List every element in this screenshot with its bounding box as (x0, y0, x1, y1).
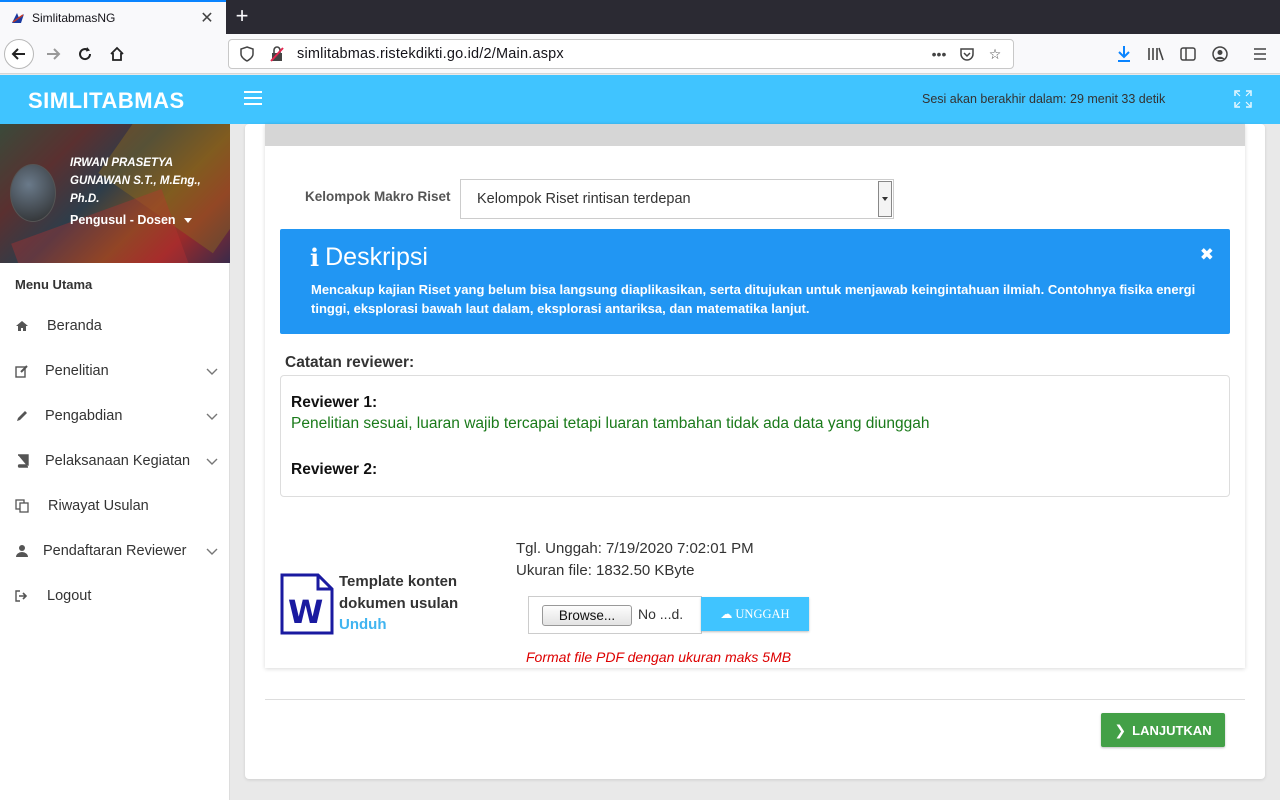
reload-icon[interactable] (70, 39, 100, 69)
site-favicon-icon (12, 13, 24, 23)
library-icon[interactable] (1144, 42, 1168, 66)
home-button-icon[interactable] (102, 39, 132, 69)
chevron-down-icon (206, 368, 218, 375)
url-bar[interactable]: simlitabmas.ristekdikti.go.id/2/Main.asp… (228, 39, 1014, 69)
field-label-kelompok-makro-riset: Kelompok Makro Riset (305, 189, 451, 204)
chevron-right-icon: ❯ (1114, 721, 1127, 738)
file-input[interactable]: Browse... No ...d. (528, 596, 702, 634)
menu-heading: Menu Utama (15, 277, 93, 292)
reviewer-notes-heading: Catatan reviewer: (285, 354, 415, 371)
downloads-icon[interactable] (1112, 42, 1136, 66)
insecure-lock-icon[interactable] (267, 44, 287, 64)
browser-toolbar: simlitabmas.ristekdikti.go.id/2/Main.asp… (0, 34, 1280, 74)
chevron-down-icon (206, 413, 218, 420)
sign-out-icon (15, 589, 29, 603)
upload-button[interactable]: ☁ UNGGAH (701, 597, 809, 631)
user-icon (15, 544, 29, 558)
pocket-icon[interactable] (957, 44, 977, 64)
close-icon[interactable]: ✖ (1200, 245, 1214, 265)
file-size: Ukuran file: 1832.50 KByte (516, 562, 695, 579)
sidebar-item-label: Pendaftaran Reviewer (43, 543, 187, 559)
tab-title: SimlitabmasNG (32, 11, 116, 25)
account-icon[interactable] (1208, 42, 1232, 66)
edit-icon (15, 364, 29, 378)
new-tab-icon[interactable]: + (232, 4, 252, 28)
upload-date: Tgl. Unggah: 7/19/2020 7:02:01 PM (516, 540, 754, 557)
next-button[interactable]: ❯ LANJUTKAN (1101, 713, 1225, 747)
download-link[interactable]: Unduh (339, 616, 386, 633)
back-arrow-icon[interactable] (4, 39, 34, 69)
reviewer-1-note: Penelitian sesuai, luaran wajib tercapai… (291, 415, 930, 432)
app-menu-icon[interactable] (1248, 42, 1272, 66)
chevron-down-icon (206, 458, 218, 465)
sidebar-item-pengabdian[interactable]: Pengabdian (0, 396, 230, 436)
kelompok-makro-riset-select[interactable]: Kelompok Riset rintisan terdepan (460, 179, 894, 219)
more-actions-icon[interactable]: ••• (929, 44, 949, 64)
caret-down-icon (183, 218, 192, 224)
browse-button[interactable]: Browse... (542, 605, 632, 626)
panel-header-strip (265, 124, 1245, 146)
brand-logo[interactable]: SIMLITABMAS (28, 88, 185, 114)
shield-icon[interactable] (237, 44, 257, 64)
sidebar-item-penelitian[interactable]: Penelitian (0, 351, 230, 391)
sidebar-item-pendaftaran-reviewer[interactable]: Pendaftaran Reviewer (0, 531, 230, 571)
session-timer: Sesi akan berakhir dalam: 29 menit 33 de… (922, 92, 1166, 106)
user-role-label: Pengusul - Dosen (70, 213, 176, 227)
sidebar-item-label: Pelaksanaan Kegiatan (45, 453, 191, 469)
template-label: Template konten dokumen usulan (339, 573, 459, 612)
url-text: simlitabmas.ristekdikti.go.id/2/Main.asp… (297, 46, 564, 62)
browser-tab[interactable]: SimlitabmasNG ✕ (0, 0, 226, 34)
user-name: IRWAN PRASETYA GUNAWAN S.T., M.Eng., Ph.… (70, 157, 201, 205)
dropdown-arrow-icon[interactable] (878, 181, 892, 217)
alert-title-text: Deskripsi (325, 243, 428, 271)
cloud-upload-icon: ☁ (720, 607, 733, 621)
sidebar-item-logout[interactable]: Logout (0, 576, 230, 616)
sidebar-item-label: Pengabdian (45, 408, 123, 424)
description-alert: i Deskripsi Mencakup kajian Riset yang b… (280, 229, 1230, 334)
alert-title: i Deskripsi (310, 243, 428, 272)
upload-button-label: UNGGAH (735, 607, 790, 621)
no-file-text: No ...d. (638, 606, 684, 622)
reviewer-notes-box: Reviewer 1: Penelitian sesuai, luaran wa… (280, 375, 1230, 497)
sidebar-item-label: Penelitian (45, 363, 109, 379)
sidebar-item-pelaksanaan-kegiatan[interactable]: Pelaksanaan Kegiatan (0, 441, 230, 481)
next-button-label: LANJUTKAN (1132, 722, 1212, 738)
select-value: Kelompok Riset rintisan terdepan (477, 191, 691, 207)
sidebar-toggle-icon[interactable] (1176, 42, 1200, 66)
user-role-dropdown[interactable]: Pengusul - Dosen (70, 213, 192, 227)
format-note: Format file PDF dengan ukuran maks 5MB (526, 649, 792, 665)
reviewer-1-label: Reviewer 1: (291, 394, 378, 411)
sidebar-item-label: Beranda (47, 318, 102, 334)
forward-arrow-icon[interactable] (38, 39, 68, 69)
sidebar-item-riwayat-usulan[interactable]: Riwayat Usulan (0, 486, 230, 526)
pencil-icon (15, 409, 29, 423)
book-icon (15, 454, 29, 468)
reviewer-2-label: Reviewer 2: (291, 461, 378, 478)
sidebar-item-label: Logout (47, 588, 92, 604)
svg-text:W: W (288, 593, 323, 631)
chevron-down-icon (206, 548, 218, 555)
alert-body: Mencakup kajian Riset yang belum bisa la… (311, 282, 1196, 316)
bookmark-star-icon[interactable]: ☆ (985, 44, 1005, 64)
fullscreen-icon[interactable] (1234, 90, 1252, 108)
divider (265, 699, 1245, 700)
app-header: SIMLITABMAS Sesi akan berakhir dalam: 29… (0, 75, 1280, 124)
browser-tab-bar: SimlitabmasNG ✕ + (0, 0, 1280, 34)
copy-icon (15, 499, 29, 513)
home-icon (15, 319, 29, 333)
user-profile-panel: IRWAN PRASETYA GUNAWAN S.T., M.Eng., Ph.… (0, 124, 230, 263)
sidebar: IRWAN PRASETYA GUNAWAN S.T., M.Eng., Ph.… (0, 124, 230, 800)
info-icon: i (310, 243, 320, 272)
avatar (10, 164, 56, 222)
word-document-icon: W (280, 573, 334, 635)
sidebar-item-label: Riwayat Usulan (48, 498, 149, 514)
sidebar-item-beranda[interactable]: Beranda (0, 306, 230, 346)
hamburger-menu-icon[interactable] (244, 91, 262, 105)
close-tab-icon[interactable]: ✕ (198, 8, 216, 28)
